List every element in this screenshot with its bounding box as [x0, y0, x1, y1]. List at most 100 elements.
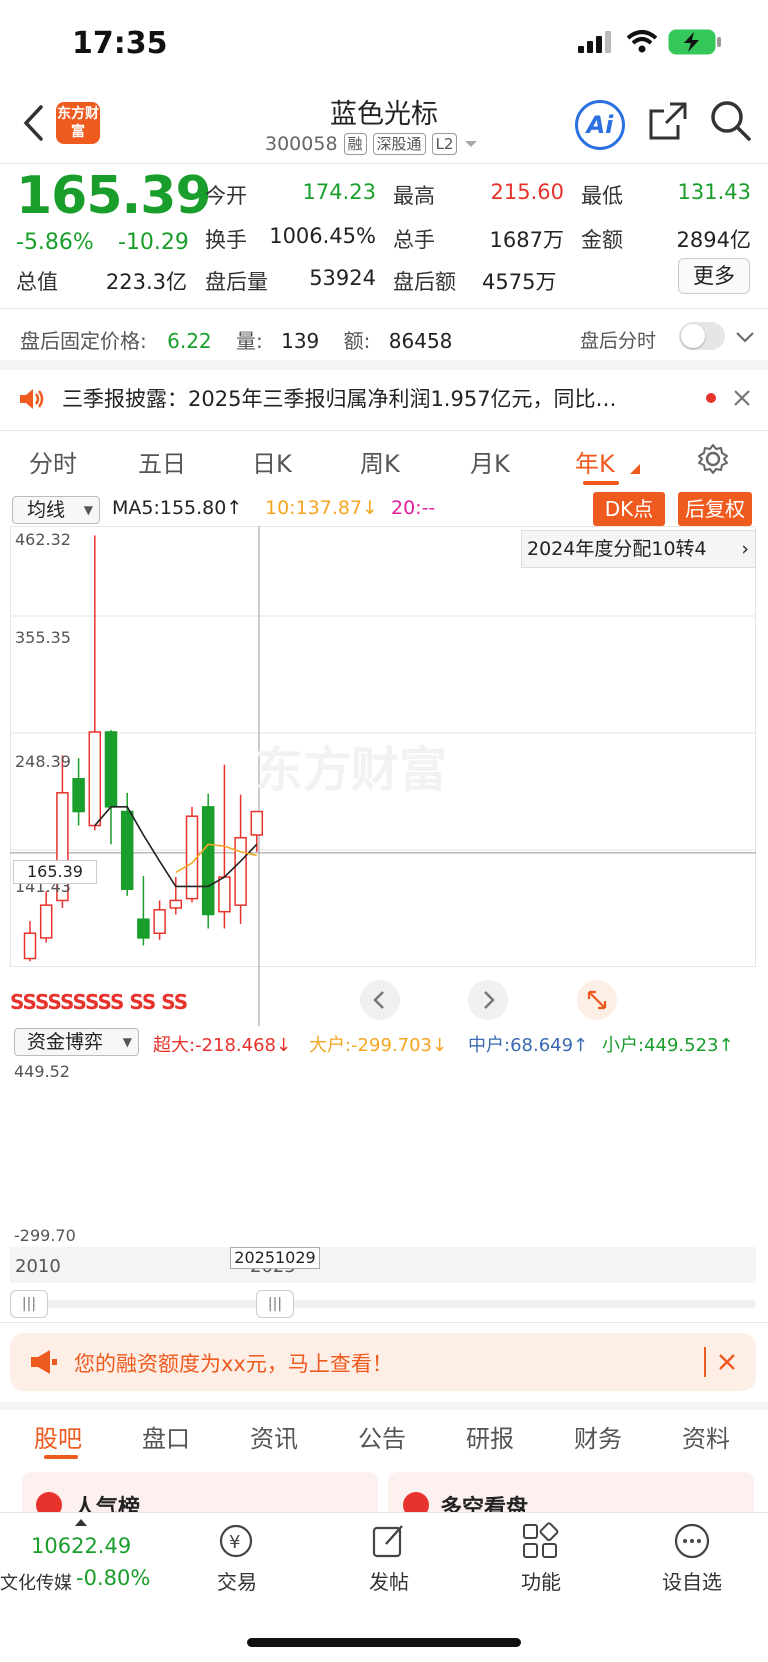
turnover-label: 换手	[205, 228, 247, 252]
event-markers[interactable]: SSSSSSSSS SS SS	[10, 990, 188, 1014]
tab-announcements[interactable]: 公告	[358, 1419, 406, 1454]
chevron-right-icon	[484, 991, 495, 1009]
high-label: 最高	[393, 184, 435, 208]
status-time: 17:35	[72, 26, 168, 61]
kline-chart[interactable]: 东方财富	[10, 526, 756, 1026]
ah-amt: 86458	[388, 329, 453, 353]
mktcap-value: 223.3亿	[105, 270, 187, 294]
close-icon[interactable]	[732, 388, 752, 408]
stock-code-row: 300058 融 深股通 L2	[265, 133, 479, 155]
ai-button[interactable]: Ai	[575, 100, 625, 150]
ah-price-label: 盘后固定价格:	[20, 329, 147, 353]
flow-select-label: 资金博弈	[27, 1031, 104, 1053]
ah-volume-label: 盘后量	[205, 270, 268, 294]
axis-l3: 248.39	[15, 752, 71, 771]
promo-divider	[704, 1347, 706, 1377]
index-change[interactable]: -0.80%	[76, 1566, 150, 1590]
chart-expand-button[interactable]	[577, 980, 617, 1020]
svg-text:¥: ¥	[229, 1532, 240, 1553]
caret-down-icon[interactable]	[463, 138, 479, 150]
ma10-value: 10:137.87↓	[265, 497, 378, 519]
volume-label: 总手	[393, 228, 435, 252]
tab-monthly-k[interactable]: 月K	[470, 444, 510, 479]
promo-text[interactable]: 您的融资额度为xx元，马上查看！	[74, 1348, 393, 1378]
chevron-down-icon[interactable]	[735, 330, 755, 344]
candle-body	[39, 904, 53, 939]
speaker-icon	[20, 389, 44, 409]
candle-body	[120, 810, 134, 890]
last-price: 165.39	[16, 166, 212, 226]
date-start: 2010	[15, 1256, 61, 1277]
trade-icon: ¥	[219, 1524, 253, 1558]
flow-indicator-select[interactable]: 资金博弈 ▼	[14, 1028, 139, 1056]
more-dots-icon	[674, 1523, 710, 1559]
indicator-select[interactable]: 均线 ▼	[12, 496, 100, 524]
nav-trade[interactable]: 交易	[192, 1566, 282, 1595]
current-price-label: 165.39	[13, 860, 97, 884]
candle-body	[169, 899, 183, 909]
volume-value: 1687万	[489, 228, 564, 252]
promo-close-icon[interactable]	[717, 1352, 737, 1372]
flow-mid: 中户:68.649↑	[468, 1035, 589, 1056]
tab-news[interactable]: 资讯	[250, 1419, 298, 1454]
search-icon[interactable]	[710, 100, 752, 142]
nav-functions[interactable]: 功能	[496, 1566, 586, 1595]
index-value[interactable]: 10622.49	[31, 1534, 131, 1558]
stock-code: 300058	[265, 133, 338, 155]
open-value: 174.23	[302, 180, 376, 204]
chart-next-button[interactable]	[468, 980, 508, 1020]
tab-yearly-k[interactable]: 年K	[575, 444, 615, 479]
expand-icon	[587, 990, 607, 1010]
amount-value: 2894亿	[676, 228, 751, 252]
tab-intraday[interactable]: 分时	[29, 444, 77, 479]
tab-five-day[interactable]: 五日	[138, 444, 186, 479]
settings-icon[interactable]	[697, 443, 729, 475]
tab-weekly-k[interactable]: 周K	[360, 444, 400, 479]
range-handle-right[interactable]: |||	[256, 1290, 294, 1318]
range-track[interactable]	[10, 1300, 756, 1308]
indicator-select-label: 均线	[27, 499, 66, 521]
tab-forum[interactable]: 股吧	[34, 1419, 82, 1454]
ah-amount-value: 4575万	[482, 270, 557, 294]
ah-vol-label: 量:	[236, 329, 263, 353]
unread-dot	[706, 393, 716, 403]
flow-axis-max: 449.52	[14, 1062, 70, 1081]
index-name[interactable]: 文化传媒	[0, 1569, 72, 1595]
change-value: -10.29	[118, 230, 189, 255]
high-value: 215.60	[490, 180, 564, 204]
tab-finance[interactable]: 财务	[574, 1419, 622, 1454]
ah-amt-label: 额:	[343, 329, 371, 353]
news-ticker[interactable]: 三季报披露：2025年三季报归属净利润1.957亿元，同比…	[62, 383, 674, 413]
dividend-notice[interactable]: 2024年度分配10转4 ›	[521, 530, 756, 568]
ah-volume-value: 53924	[309, 266, 376, 290]
low-label: 最低	[581, 184, 623, 208]
chart-prev-button[interactable]	[360, 980, 400, 1020]
nav-add-watchlist[interactable]: 设自选	[647, 1566, 737, 1595]
date-axis	[10, 1247, 756, 1283]
battery-icon	[668, 29, 721, 55]
ma5-line	[94, 806, 258, 888]
range-handle-left[interactable]: |||	[10, 1290, 48, 1318]
dk-point-button[interactable]: DK点	[593, 492, 665, 526]
tab-profile[interactable]: 资料	[682, 1419, 730, 1454]
tab-research[interactable]: 研报	[466, 1419, 514, 1454]
ah-intraday-toggle[interactable]	[679, 322, 725, 350]
caret-up-icon	[75, 1519, 87, 1526]
forum-tab-underline	[44, 1455, 78, 1459]
candle-body	[137, 918, 150, 939]
megaphone-icon	[31, 1350, 57, 1374]
post-icon	[372, 1525, 403, 1558]
tab-daily-k[interactable]: 日K	[252, 444, 292, 479]
share-icon[interactable]	[648, 101, 688, 141]
tag-connect: 深股通	[372, 133, 426, 155]
axis-l2: 355.35	[15, 628, 71, 647]
ah-amount-label: 盘后额	[393, 270, 456, 294]
change-pct: -5.86%	[16, 230, 94, 255]
more-button[interactable]: 更多	[678, 258, 750, 294]
turnover-value: 1006.45%	[269, 224, 376, 248]
amount-label: 金额	[581, 228, 623, 252]
tab-orderbook[interactable]: 盘口	[142, 1419, 190, 1454]
adjustment-button[interactable]: 后复权	[678, 492, 752, 526]
ah-intraday-label: 盘后分时	[580, 330, 657, 352]
nav-post[interactable]: 发帖	[344, 1566, 434, 1595]
